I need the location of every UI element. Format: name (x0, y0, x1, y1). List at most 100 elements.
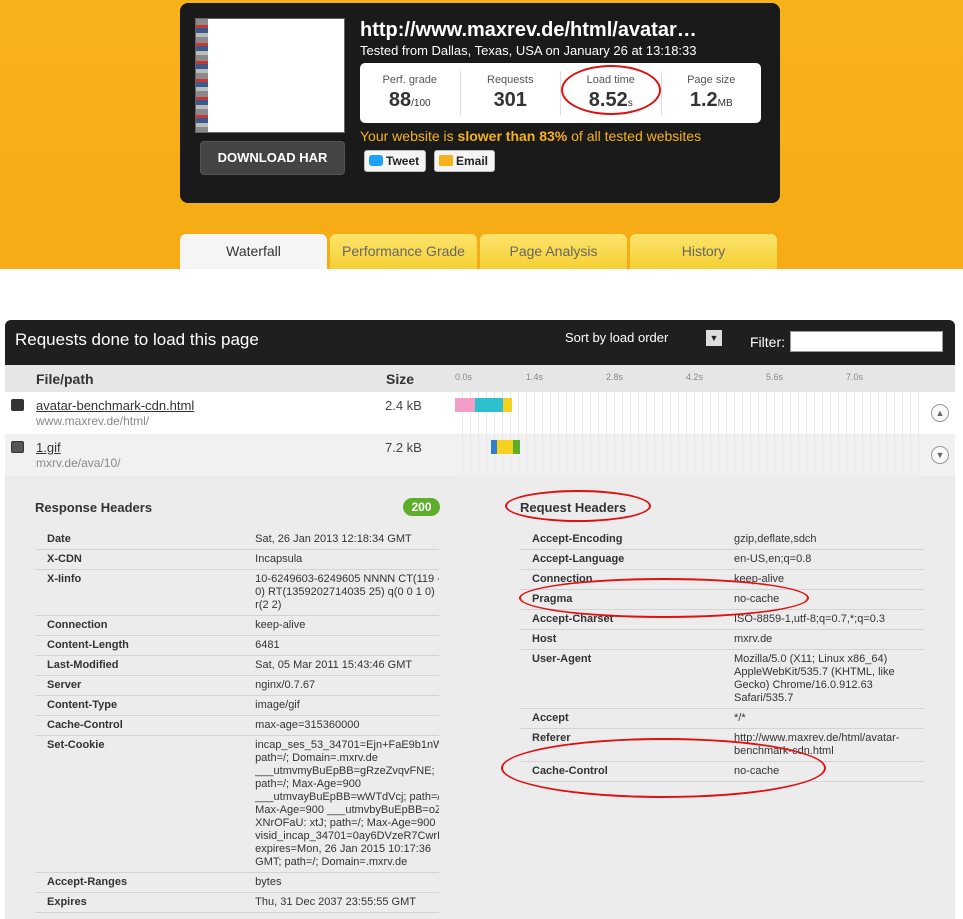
response-headers-table: Date Sat, 26 Jan 2013 12:18:34 GMT X-CDN In… (35, 530, 439, 913)
tab-page-analysis[interactable]: Page Analysis (480, 234, 627, 269)
header-name: Cache-Control (35, 715, 244, 736)
email-button[interactable]: Email (434, 150, 496, 172)
header-name: Cache-Control (520, 761, 722, 782)
header-value: keep-alive (722, 569, 924, 590)
file-link[interactable]: 1.gif (36, 440, 61, 455)
image-file-icon (11, 441, 24, 453)
header-row: Cache-Control no-cache (520, 761, 924, 782)
table-row[interactable]: avatar-benchmark-cdn.html www.maxrev.de/… (5, 392, 955, 434)
header-row: Referer http://www.maxrev.de/html/avatar-… (520, 728, 924, 762)
header-value: keep-alive (243, 615, 439, 636)
chevron-down-icon[interactable]: ▼ (931, 446, 949, 464)
header-name: Referer (520, 728, 722, 762)
header-name: X-CDN (35, 549, 244, 570)
tested-url: http://www.maxrev.de/html/avatar… (360, 19, 697, 41)
header-row: Content-Type image/gif (35, 695, 439, 716)
header-name: Content-Length (35, 635, 244, 656)
header-name: Last-Modified (35, 655, 244, 676)
file-link[interactable]: avatar-benchmark-cdn.html (36, 398, 194, 413)
timeline-tick: 2.8s (606, 372, 624, 382)
thumbnail-image-strip (196, 19, 208, 132)
header-value: gzip,deflate,sdch (722, 530, 924, 550)
header-row: Date Sat, 26 Jan 2013 12:18:34 GMT (35, 530, 439, 550)
timeline-tick: 7.0s (846, 372, 864, 382)
column-header-row: File/path Size 0.0s 1.4s 2.8s 4.2s 5.6s … (5, 365, 955, 392)
tweet-button[interactable]: Tweet (364, 150, 427, 172)
header-name: Date (35, 530, 244, 550)
metric-perf-grade: Perf. grade 88/100 (360, 71, 461, 115)
waterfall-bar-wait (497, 440, 513, 454)
header-name: Pragma (520, 589, 722, 610)
header-value: en-US,en;q=0.8 (722, 549, 924, 570)
header-value: mxrv.de (722, 629, 924, 650)
header-value: nginx/0.7.67 (243, 675, 439, 696)
header-name: Host (520, 629, 722, 650)
header-value: incap_ses_53_34701=Ejn+FaE9b1nW8 path=/;… (243, 735, 439, 873)
metrics-box: Perf. grade 88/100 Requests 301 Load tim… (360, 63, 761, 123)
metric-value: 1.2MB (689, 89, 733, 111)
response-headers-title: Response Headers (35, 500, 153, 515)
timeline-tick: 5.6s (766, 372, 784, 382)
request-details-panel: Response Headers 200 Date Sat, 26 Jan 201… (5, 476, 955, 919)
download-har-button[interactable]: DOWNLOAD HAR (200, 141, 345, 175)
metric-page-size: Page size 1.2MB (662, 71, 762, 115)
speed-comparison: Your website is slower than 83% of all t… (360, 128, 702, 144)
header-value: Incapsula (243, 549, 439, 570)
header-name: Expires (35, 892, 244, 913)
header-row: Expires Thu, 31 Dec 2037 23:55:55 GMT (35, 892, 439, 913)
header-value: no-cache (722, 589, 924, 610)
header-row: Host mxrv.de (520, 629, 924, 650)
waterfall-track (455, 392, 925, 434)
metric-label: Perf. grade (382, 74, 437, 86)
header-row: Server nginx/0.7.67 (35, 675, 439, 696)
sort-value: Sort by load order (565, 330, 669, 345)
status-badge: 200 (403, 498, 440, 516)
panel-title: Requests done to load this page (15, 330, 259, 349)
tab-waterfall[interactable]: Waterfall (180, 234, 327, 269)
metric-label: Requests (487, 74, 534, 86)
metric-label: Load time (586, 74, 635, 86)
sort-dropdown[interactable]: Sort by load order ▼ (565, 330, 722, 348)
file-size: 7.2 kB (385, 440, 422, 455)
page-screenshot-thumbnail[interactable] (195, 18, 345, 133)
header-value: */* (722, 708, 924, 729)
request-headers-title: Request Headers (520, 500, 627, 515)
table-row[interactable]: 1.gif mxrv.de/ava/10/ 7.2 kB ▼ (5, 434, 955, 476)
header-name: Accept-Charset (520, 609, 722, 630)
timeline-tick: 0.0s (455, 372, 473, 382)
tab-performance-grade[interactable]: Performance Grade (330, 234, 477, 269)
metric-requests: Requests 301 (461, 71, 561, 115)
chevron-up-icon[interactable]: ▲ (931, 404, 949, 422)
header-row: Accept-Ranges bytes (35, 872, 439, 893)
header-name: Accept-Ranges (35, 872, 244, 893)
chevron-down-icon[interactable]: ▼ (706, 330, 722, 346)
waterfall-track (455, 434, 925, 476)
timeline-tick: 1.4s (526, 372, 544, 382)
header-name: X-Iinfo (35, 569, 244, 616)
header-name: Connection (520, 569, 722, 590)
column-file-path[interactable]: File/path (36, 371, 94, 387)
header-name: Set-Cookie (35, 735, 244, 873)
filter-label: Filter: (750, 334, 785, 350)
tab-history[interactable]: History (630, 234, 777, 269)
header-value: http://www.maxrev.de/html/avatar- benchm… (722, 728, 924, 762)
waterfall-bar-receive (513, 440, 520, 454)
test-summary-panel: DOWNLOAD HAR http://www.maxrev.de/html/a… (180, 3, 780, 203)
metric-label: Page size (687, 74, 736, 86)
twitter-icon (369, 155, 383, 166)
header-row: Accept-Language en-US,en;q=0.8 (520, 549, 924, 570)
header-band: DOWNLOAD HAR http://www.maxrev.de/html/a… (0, 0, 963, 269)
filter-input[interactable] (790, 331, 943, 352)
header-value: Mozilla/5.0 (X11; Linux x86_64) AppleWeb… (722, 649, 924, 709)
test-location-time: Tested from Dallas, Texas, USA on Januar… (360, 43, 697, 58)
header-row: Cache-Control max-age=315360000 (35, 715, 439, 736)
header-row: Pragma no-cache (520, 589, 924, 610)
header-value: ISO-8859-1,utf-8;q=0.7,*;q=0.3 (722, 609, 924, 630)
header-name: Server (35, 675, 244, 696)
envelope-icon (439, 155, 453, 166)
waterfall-bar-dns (455, 398, 475, 412)
timeline-tick: 4.2s (686, 372, 704, 382)
metric-value: 8.52s (588, 89, 633, 111)
header-name: User-Agent (520, 649, 722, 709)
column-size[interactable]: Size (386, 371, 414, 387)
